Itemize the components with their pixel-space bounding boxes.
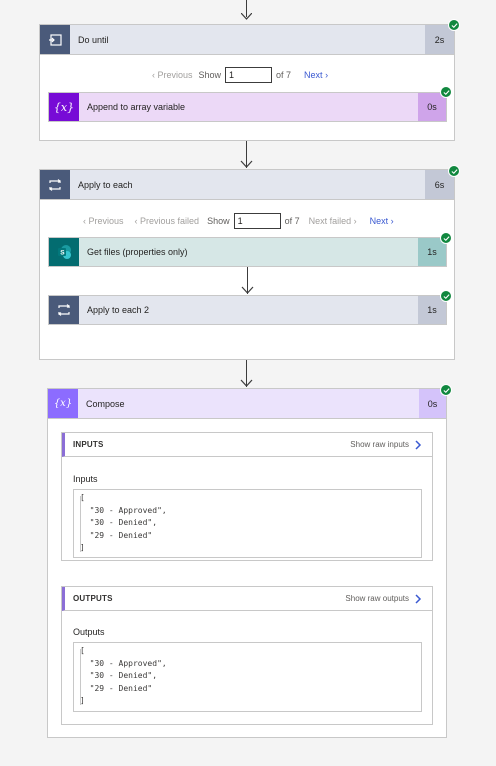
show-raw-outputs-link[interactable]: Show raw outputs: [345, 593, 432, 604]
apply-to-each-card: Apply to each 6s ‹ Previous ‹ Previous f…: [39, 169, 455, 360]
loop-icon: [49, 296, 79, 324]
iteration-input[interactable]: [225, 67, 273, 83]
iteration-input[interactable]: [233, 213, 281, 229]
arrow-head: [240, 160, 253, 168]
inputs-header-label: INPUTS: [73, 440, 104, 449]
success-check-icon: [440, 290, 452, 302]
next-button[interactable]: Next: [370, 216, 389, 226]
outputs-section: OUTPUTS Show raw outputs Outputs [ "30 -…: [61, 586, 433, 725]
success-check-icon: [448, 165, 460, 177]
chevron-right-icon[interactable]: ›: [351, 216, 357, 226]
show-raw-outputs-label: Show raw outputs: [345, 594, 409, 603]
code-line: [: [80, 646, 85, 655]
compose-icon: {x}: [48, 389, 78, 418]
compose-header[interactable]: {x} Compose 0s: [48, 389, 446, 419]
do-until-icon: [40, 25, 70, 54]
do-until-title: Do until: [78, 34, 109, 45]
success-check-icon: [440, 86, 452, 98]
append-array-duration: 0s: [418, 93, 446, 121]
inputs-section: INPUTS Show raw inputs Inputs [ "30 - Ap…: [61, 432, 433, 561]
previous-button[interactable]: Previous: [89, 216, 124, 226]
get-files-action[interactable]: S Get files (properties only) 1s: [48, 237, 447, 267]
of-total-label: of 7: [276, 70, 292, 80]
compose-card: {x} Compose 0s INPUTS Show raw inputs In…: [47, 388, 447, 738]
do-until-card: Do until 2s ‹ Previous Show of 7 Next › …: [39, 24, 455, 141]
next-failed-button[interactable]: Next failed: [309, 216, 352, 226]
inputs-label: Inputs: [73, 474, 98, 484]
show-label: Show: [198, 70, 222, 80]
apply-to-each-2-action[interactable]: Apply to each 2 1s: [48, 295, 447, 325]
outputs-header: OUTPUTS Show raw outputs: [62, 587, 432, 611]
do-until-header[interactable]: Do until 2s: [40, 25, 454, 55]
code-line: ]: [80, 696, 85, 705]
success-check-icon: [448, 19, 460, 31]
chevron-right-icon[interactable]: ›: [323, 70, 328, 80]
arrow-head: [241, 286, 254, 294]
success-check-icon: [440, 232, 452, 244]
apply-to-each-pager: ‹ Previous ‹ Previous failed Show of 7 N…: [83, 213, 394, 229]
chevron-right-icon[interactable]: ›: [388, 216, 394, 226]
of-total-label: of 7: [284, 216, 300, 226]
code-line: "29 - Denied": [80, 531, 153, 540]
arrow-head: [240, 379, 253, 387]
outputs-label: Outputs: [73, 627, 105, 637]
chevron-right-icon: [415, 593, 422, 604]
svg-text:S: S: [60, 250, 65, 257]
outputs-code-box[interactable]: [ "30 - Approved", "30 - Denied", "29 - …: [73, 642, 422, 712]
code-line: "30 - Denied",: [80, 518, 158, 527]
code-line: "30 - Approved",: [80, 659, 167, 668]
show-raw-inputs-link[interactable]: Show raw inputs: [350, 439, 432, 450]
success-check-icon: [440, 384, 452, 396]
code-line: ]: [80, 543, 85, 552]
append-array-action[interactable]: {x} Append to array variable 0s: [48, 92, 447, 122]
apply-to-each-title: Apply to each: [78, 179, 133, 190]
append-array-title: Append to array variable: [87, 102, 186, 112]
chevron-right-icon: [415, 439, 422, 450]
code-line: "30 - Approved",: [80, 506, 167, 515]
show-label: Show: [207, 216, 230, 226]
code-line: "29 - Denied": [80, 684, 153, 693]
outputs-header-label: OUTPUTS: [73, 594, 113, 603]
do-until-pager: ‹ Previous Show of 7 Next ›: [152, 67, 328, 83]
show-raw-inputs-label: Show raw inputs: [350, 440, 409, 449]
apply-to-each-2-title: Apply to each 2: [87, 305, 150, 315]
inputs-header: INPUTS Show raw inputs: [62, 433, 432, 457]
code-line: "30 - Denied",: [80, 671, 158, 680]
sharepoint-icon: S: [49, 238, 79, 266]
apply-to-each-header[interactable]: Apply to each 6s: [40, 170, 454, 200]
previous-button[interactable]: Previous: [158, 70, 193, 80]
next-button[interactable]: Next: [304, 70, 323, 80]
get-files-title: Get files (properties only): [87, 247, 188, 257]
previous-failed-button[interactable]: Previous failed: [140, 216, 199, 226]
compose-title: Compose: [86, 398, 125, 409]
variable-icon: {x}: [49, 93, 79, 121]
code-line: [: [80, 493, 85, 502]
inputs-code-box[interactable]: [ "30 - Approved", "30 - Denied", "29 - …: [73, 489, 422, 558]
loop-icon: [40, 170, 70, 199]
